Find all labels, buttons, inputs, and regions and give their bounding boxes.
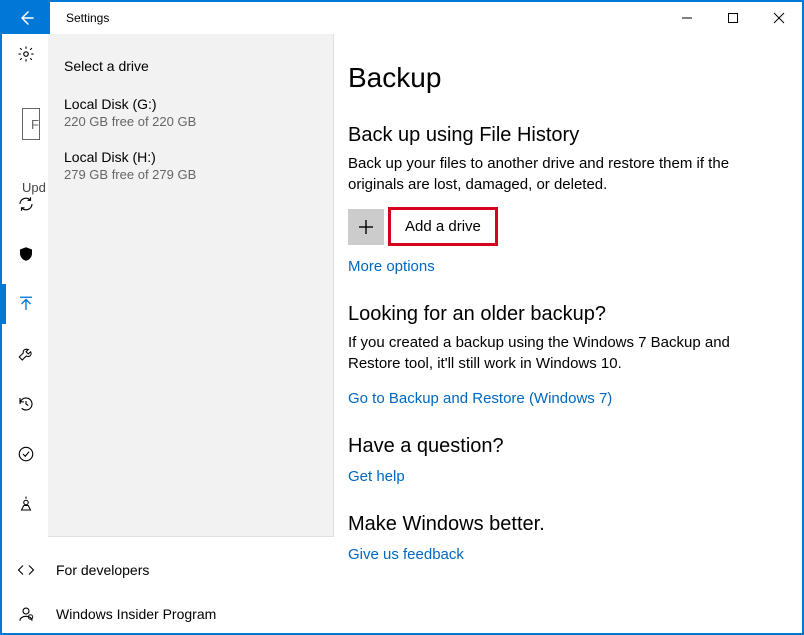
better-heading: Make Windows better. [348, 513, 778, 536]
nav-find-my-device[interactable] [2, 484, 50, 524]
minimize-icon [682, 13, 692, 23]
sync-icon [17, 195, 35, 213]
gear-icon [17, 45, 35, 63]
add-drive-row: Add a drive [348, 207, 778, 246]
question-heading: Have a question? [348, 435, 778, 458]
drive-free: 279 GB free of 279 GB [64, 167, 317, 182]
select-drive-flyout: Select a drive Local Disk (G:) 220 GB fr… [48, 34, 334, 537]
drive-name: Local Disk (G:) [64, 96, 317, 112]
window-title: Settings [50, 2, 664, 34]
window-controls [664, 2, 802, 34]
backup-arrow-icon [17, 295, 35, 313]
history-icon [17, 395, 35, 413]
nav-activation[interactable] [2, 434, 50, 474]
nav-windows-update[interactable] [2, 184, 50, 224]
minimize-button[interactable] [664, 2, 710, 34]
nav-backup[interactable] [2, 284, 50, 324]
left-column: Fi Upd [2, 34, 334, 633]
file-history-heading: Back up using File History [348, 124, 778, 147]
plus-icon [358, 219, 374, 235]
add-drive-label: Add a drive [405, 218, 481, 235]
older-backup-desc: If you created a backup using the Window… [348, 332, 778, 374]
settings-home-icon[interactable] [2, 34, 50, 74]
maximize-icon [728, 13, 738, 23]
nav-rail [2, 34, 50, 633]
add-drive-button[interactable] [348, 209, 384, 245]
maximize-button[interactable] [710, 2, 756, 34]
main-content: Backup Back up using File History Back u… [334, 34, 802, 633]
drive-name: Local Disk (H:) [64, 149, 317, 165]
older-backup-heading: Looking for an older backup? [348, 303, 778, 326]
close-icon [774, 13, 784, 23]
backup-restore-link[interactable]: Go to Backup and Restore (Windows 7) [348, 390, 612, 407]
nav-recovery[interactable] [2, 384, 50, 424]
nav-troubleshoot[interactable] [2, 334, 50, 374]
shield-icon [17, 245, 35, 263]
nav-windows-security[interactable] [2, 234, 50, 274]
flyout-header: Select a drive [48, 58, 333, 86]
nav-for-developers[interactable]: For developers [2, 550, 334, 590]
add-drive-label-highlight: Add a drive [388, 207, 498, 246]
more-options-link[interactable]: More options [348, 258, 435, 275]
close-button[interactable] [756, 2, 802, 34]
check-circle-icon [17, 445, 35, 463]
drive-option-h[interactable]: Local Disk (H:) 279 GB free of 279 GB [48, 139, 333, 192]
drive-free: 220 GB free of 220 GB [64, 114, 317, 129]
title-bar: Settings [2, 2, 802, 34]
wrench-icon [17, 345, 35, 363]
location-icon [17, 495, 35, 513]
feedback-link[interactable]: Give us feedback [348, 546, 464, 563]
nav-windows-insider[interactable]: Windows Insider Program [2, 594, 334, 634]
page-title: Backup [348, 62, 778, 94]
back-button[interactable] [2, 2, 50, 34]
drive-option-g[interactable]: Local Disk (G:) 220 GB free of 220 GB [48, 86, 333, 139]
get-help-link[interactable]: Get help [348, 468, 405, 485]
arrow-left-icon [18, 10, 34, 26]
file-history-desc: Back up your files to another drive and … [348, 153, 778, 195]
insider-icon [2, 594, 50, 634]
nav-for-developers-label: For developers [50, 562, 149, 578]
nav-windows-insider-label: Windows Insider Program [50, 606, 216, 622]
code-icon [2, 550, 50, 590]
